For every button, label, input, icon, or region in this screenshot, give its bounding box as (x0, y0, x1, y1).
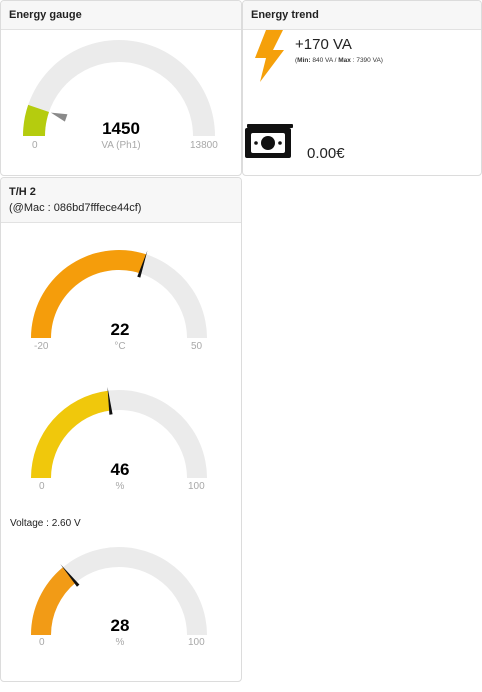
humidity-gauge-max: 100 (188, 481, 205, 492)
battery-gauge-max: 100 (188, 637, 205, 648)
energy-trend-panel: Energy trend +170 VA (Min: 840 VA / Max … (242, 0, 482, 176)
trend-min-value: 840 VA (312, 57, 333, 64)
voltage-label: Voltage : 2.60 V (10, 518, 81, 529)
temperature-gauge-unit: °C (114, 341, 126, 352)
battery-gauge-fill (31, 567, 76, 635)
energy-gauge-unit: VA (Ph1) (101, 140, 141, 151)
energy-cost-value: 0.00€ (307, 145, 345, 162)
th-sensor-panel: T/H 2 (@Mac : 086bd7fffece44cf) 22 °C -2… (0, 177, 242, 682)
battery-gauge-unit: % (115, 637, 125, 648)
trend-min-label: Min: (297, 57, 311, 64)
energy-gauge-marker (50, 112, 68, 122)
money-banknote-icon (245, 124, 293, 158)
energy-gauge-title: Energy gauge (1, 1, 241, 30)
energy-gauge-dial (23, 40, 215, 136)
battery-gauge-value: 28 (110, 616, 130, 635)
energy-trend-value: +170 VA (295, 36, 352, 53)
temperature-gauge-max: 50 (191, 341, 203, 352)
energy-trend-minmax: (Min: 840 VA / Max : 7390 VA) (295, 57, 383, 64)
trend-max-value: : 7390 VA (352, 57, 381, 64)
lightning-bolt-icon (255, 30, 284, 82)
energy-gauge-panel: Energy gauge 1450 VA (Ph1) 0 13800 (0, 0, 242, 176)
th-sensor-title: T/H 2 (9, 186, 36, 198)
th-sensor-mac: (@Mac : 086bd7fffece44cf) (9, 202, 142, 214)
energy-gauge-value: 1450 (102, 119, 140, 138)
humidity-gauge-unit: % (115, 481, 125, 492)
trend-max-label: Max (338, 57, 351, 64)
temperature-gauge-value: 22 (110, 320, 130, 339)
humidity-gauge-min: 0 (39, 481, 45, 492)
energy-gauge-max: 13800 (190, 140, 218, 151)
energy-gauge-min: 0 (32, 140, 38, 151)
battery-gauge-min: 0 (39, 637, 45, 648)
th-sensor-header: T/H 2 (@Mac : 086bd7fffece44cf) (1, 178, 241, 223)
temperature-gauge-min: -20 (34, 341, 49, 352)
energy-trend-title: Energy trend (243, 1, 481, 30)
humidity-gauge-value: 46 (110, 460, 130, 479)
